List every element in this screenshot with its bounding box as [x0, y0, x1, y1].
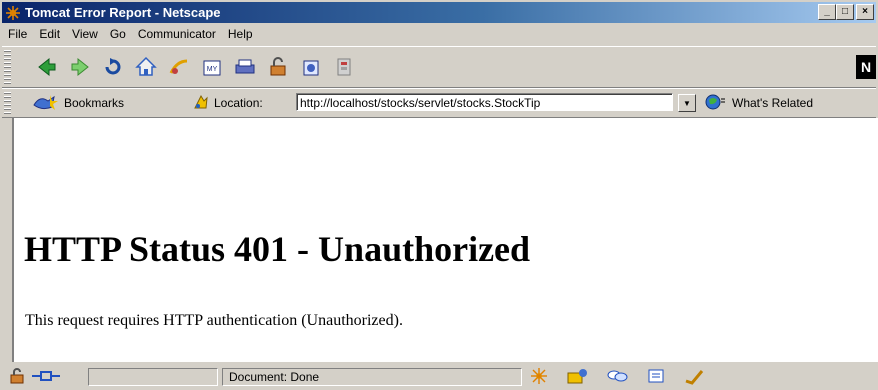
composer-icon[interactable]: [646, 367, 666, 388]
connection-icon[interactable]: [32, 369, 60, 386]
stop-icon[interactable]: [327, 51, 360, 83]
whats-related-icon: [704, 93, 728, 114]
netscape-app-icon: [5, 5, 21, 21]
forward-icon[interactable]: [63, 51, 96, 83]
menu-bar: File Edit View Go Communicator Help: [2, 24, 259, 44]
page-content[interactable]: HTTP Status 401 - Unauthorized This requ…: [14, 118, 878, 362]
print-icon[interactable]: [228, 51, 261, 83]
signed-icon[interactable]: [684, 367, 704, 388]
menu-file[interactable]: File: [2, 27, 33, 41]
toolbar-grip[interactable]: [4, 92, 11, 114]
status-bar: Document: Done: [0, 364, 878, 390]
bookmarks-icon: [32, 93, 60, 114]
bookmarks-button[interactable]: Bookmarks: [32, 93, 124, 113]
close-button[interactable]: ×: [856, 4, 874, 20]
window-title: Tomcat Error Report - Netscape: [25, 5, 221, 20]
mail-icon[interactable]: [566, 367, 588, 388]
my-netscape-icon[interactable]: MY: [195, 51, 228, 83]
location-label-group: Location:: [192, 93, 263, 113]
menu-communicator[interactable]: Communicator: [132, 27, 222, 41]
status-text: Document: Done: [222, 368, 522, 386]
security-icon[interactable]: [261, 51, 294, 83]
svg-text:MY: MY: [206, 66, 217, 73]
progress-field: [88, 368, 218, 386]
title-bar[interactable]: Tomcat Error Report - Netscape _ □ ×: [2, 2, 876, 23]
browser-window: Tomcat Error Report - Netscape _ □ × Fil…: [0, 0, 878, 390]
search-icon[interactable]: [162, 51, 195, 83]
shop-icon[interactable]: [294, 51, 327, 83]
error-message: This request requires HTTP authenticatio…: [25, 312, 403, 329]
toolbar-grip[interactable]: [4, 50, 11, 84]
maximize-button[interactable]: □: [836, 4, 854, 20]
location-label: Location:: [214, 96, 263, 110]
menu-help[interactable]: Help: [222, 27, 259, 41]
location-toolbar: Bookmarks Location: http://localhost/sto…: [2, 88, 876, 118]
location-url-field[interactable]: http://localhost/stocks/servlet/stocks.S…: [296, 93, 673, 111]
netscape-logo[interactable]: N: [856, 55, 876, 79]
whats-related-label: What's Related: [732, 96, 813, 110]
location-icon[interactable]: [192, 93, 210, 114]
discussions-icon[interactable]: [606, 367, 628, 388]
home-icon[interactable]: [129, 51, 162, 83]
navigator-icon[interactable]: [530, 367, 548, 388]
navigation-toolbar: MY N: [2, 46, 876, 88]
security-lock-icon[interactable]: [8, 368, 26, 387]
reload-icon[interactable]: [96, 51, 129, 83]
back-icon[interactable]: [30, 51, 63, 83]
minimize-button[interactable]: _: [818, 4, 836, 20]
menu-view[interactable]: View: [66, 27, 104, 41]
menu-edit[interactable]: Edit: [33, 27, 66, 41]
menu-go[interactable]: Go: [104, 27, 132, 41]
bookmarks-label: Bookmarks: [64, 96, 125, 110]
whats-related-button[interactable]: What's Related: [704, 93, 813, 113]
url-dropdown-button[interactable]: ▼: [678, 94, 696, 112]
chevron-down-icon: ▼: [683, 98, 691, 108]
page-title: HTTP Status 401 - Unauthorized: [24, 229, 531, 269]
